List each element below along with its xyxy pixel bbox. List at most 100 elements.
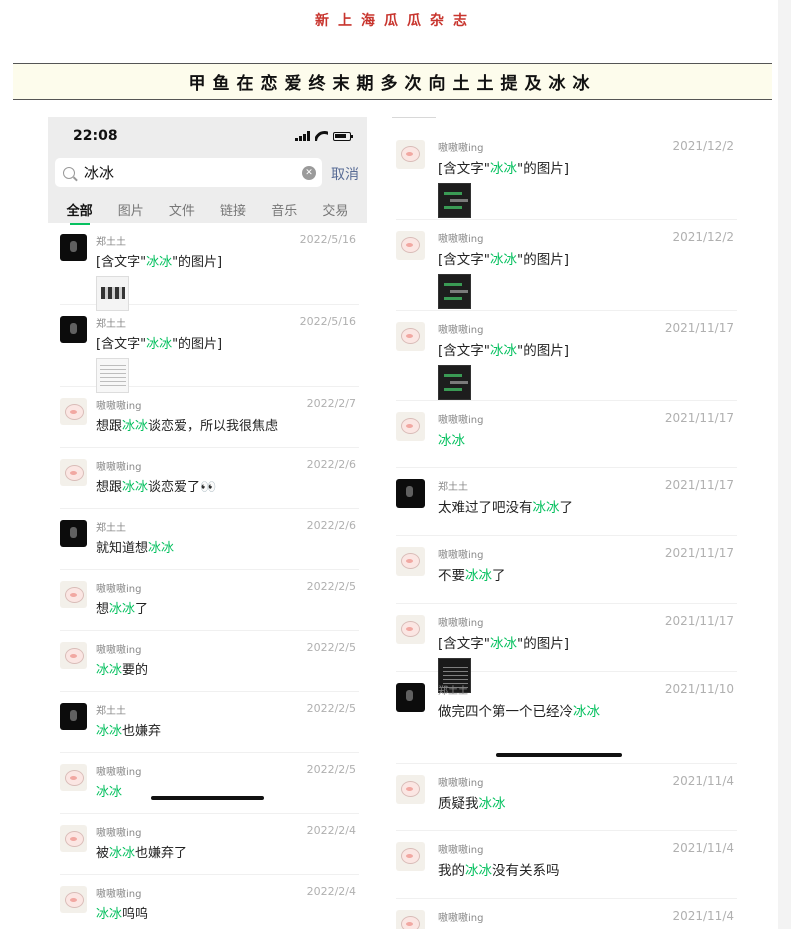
result-row[interactable]: 嗷嗷嗷ing 2021/11/4 质疑我冰冰 — [396, 764, 737, 831]
result-row[interactable]: 嗷嗷嗷ing 2022/2/6 想跟冰冰谈恋爱了👀 — [60, 448, 359, 509]
result-row[interactable]: 嗷嗷嗷ing 2022/2/5 冰冰要的 — [60, 631, 359, 692]
message-prefix: 我的 — [438, 863, 465, 879]
result-row[interactable]: 嗷嗷嗷ing 2022/2/5 想冰冰了 — [60, 570, 359, 631]
filter-tabs: 全部 图片 文件 链接 音乐 交易 — [48, 200, 367, 225]
result-row[interactable]: 郑土土 2022/2/5 冰冰也嫌弃 — [60, 692, 359, 753]
message-prefix: 被 — [96, 846, 110, 861]
search-results-list: 嗷嗷嗷ing 2021/12/2 [含文字"冰冰"的图片] 嗷嗷嗷ing 2021/12… — [392, 117, 737, 929]
image-thumbnail[interactable] — [438, 274, 471, 309]
tab-files[interactable]: 文件 — [169, 200, 195, 224]
result-row[interactable]: 嗷嗷嗷ing 2021/11/17 [含文字"冰冰"的图片] — [396, 604, 737, 693]
message-date: 2021/11/17 — [664, 321, 734, 335]
keyword-highlight: 冰冰 — [489, 161, 517, 177]
home-indicator — [151, 796, 264, 800]
keyword-highlight: 冰冰 — [478, 796, 506, 812]
result-row[interactable]: 嗷嗷嗷ing 2021/11/17 [含文字"冰冰"的图片] — [396, 311, 737, 401]
message-date: 2022/2/5 — [306, 702, 356, 715]
result-row[interactable]: 郑土土 2021/11/10 做完四个第一个已经冷冰冰 — [396, 672, 737, 764]
message-prefix: [含文字" — [96, 337, 147, 352]
result-body: 嗷嗷嗷ing 2021/12/2 [含文字"冰冰"的图片] — [438, 220, 737, 310]
result-row[interactable]: 嗷嗷嗷ing 2022/2/7 想跟冰冰谈恋爱，所以我很焦虑 — [60, 387, 359, 448]
avatar — [396, 842, 425, 871]
result-body: 嗷嗷嗷ing 2021/11/17 冰冰 — [438, 401, 737, 467]
sender-name: 嗷嗷嗷ing — [96, 401, 142, 412]
result-row[interactable]: 嗷嗷嗷ing 2021/11/4 — [396, 899, 737, 929]
result-head: 郑土土 2021/11/10 — [438, 682, 737, 697]
result-head: 嗷嗷嗷ing 2022/2/5 — [96, 580, 359, 595]
tab-links[interactable]: 链接 — [220, 200, 246, 224]
message-suffix: 呜呜 — [122, 907, 149, 922]
message-date: 2021/11/4 — [672, 909, 734, 923]
result-row[interactable]: 郑土土 2022/5/16 [含文字"冰冰"的图片] — [60, 223, 359, 311]
message-prefix: 就知道想 — [96, 541, 149, 556]
message-prefix: [含文字" — [96, 255, 147, 270]
result-body: 嗷嗷嗷ing 2022/2/4 冰冰呜呜 — [96, 875, 359, 929]
keyword-highlight: 冰冰 — [96, 907, 123, 922]
result-body: 郑土土 2021/11/10 做完四个第一个已经冷冰冰 — [438, 672, 737, 763]
message-date: 2021/11/17 — [664, 614, 734, 628]
avatar — [396, 683, 425, 712]
result-row[interactable]: 嗷嗷嗷ing 2021/11/17 冰冰 — [396, 401, 737, 468]
tab-transactions[interactable]: 交易 — [322, 200, 348, 224]
message-text: [含文字"冰冰"的图片] — [438, 339, 737, 359]
result-row[interactable]: 郑土土 2021/11/17 太难过了吧没有冰冰了 — [396, 468, 737, 536]
message-prefix: 想 — [96, 602, 110, 617]
message-suffix: "的图片] — [172, 337, 223, 352]
message-suffix: "的图片] — [516, 343, 569, 359]
cancel-button[interactable]: 取消 — [331, 164, 359, 184]
result-body: 嗷嗷嗷ing 2021/11/4 质疑我冰冰 — [438, 764, 737, 830]
result-head: 嗷嗷嗷ing 2022/2/7 — [96, 397, 359, 412]
keyword-highlight: 冰冰 — [438, 433, 465, 449]
avatar — [396, 322, 425, 351]
divider — [392, 117, 436, 118]
avatar — [60, 886, 87, 913]
message-suffix: 谈恋爱了👀 — [148, 480, 217, 495]
page-gutter — [778, 0, 791, 929]
avatar — [60, 234, 87, 261]
phone-screenshot-left: 22:08 冰冰 ✕ 取消 全部 图片 文件 链接 音乐 交易 郑土土 2022/… — [48, 117, 367, 929]
result-row[interactable]: 嗷嗷嗷ing 2022/2/4 冰冰呜呜 — [60, 875, 359, 929]
message-prefix: 想跟 — [96, 419, 123, 434]
tab-music[interactable]: 音乐 — [271, 200, 297, 224]
result-body: 嗷嗷嗷ing 2021/11/17 不要冰冰了 — [438, 536, 737, 603]
result-row[interactable]: 嗷嗷嗷ing 2021/12/2 [含文字"冰冰"的图片] — [396, 220, 737, 311]
home-indicator — [496, 753, 622, 757]
result-body: 嗷嗷嗷ing 2022/2/5 冰冰要的 — [96, 631, 359, 691]
result-row[interactable]: 郑土土 2022/5/16 [含文字"冰冰"的图片] — [60, 305, 359, 393]
search-icon — [63, 166, 75, 179]
result-body: 嗷嗷嗷ing 2022/2/4 被冰冰也嫌弃了 — [96, 814, 359, 874]
tab-all[interactable]: 全部 — [67, 200, 93, 225]
battery-icon — [333, 131, 353, 141]
tab-images[interactable]: 图片 — [118, 200, 144, 224]
message-date: 2021/11/17 — [664, 546, 734, 560]
search-input[interactable]: 冰冰 ✕ — [55, 158, 322, 187]
result-row[interactable]: 嗷嗷嗷ing 2021/11/17 不要冰冰了 — [396, 536, 737, 604]
result-head: 嗷嗷嗷ing 2021/11/17 — [438, 546, 737, 561]
result-row[interactable]: 嗷嗷嗷ing 2021/12/2 [含文字"冰冰"的图片] — [396, 129, 737, 220]
result-row[interactable]: 嗷嗷嗷ing 2022/2/4 被冰冰也嫌弃了 — [60, 814, 359, 875]
image-thumbnail[interactable] — [438, 365, 471, 400]
sender-name: 嗷嗷嗷ing — [438, 845, 484, 856]
image-thumbnail[interactable] — [438, 183, 471, 218]
clear-icon[interactable]: ✕ — [302, 165, 316, 180]
message-text: 太难过了吧没有冰冰了 — [438, 496, 737, 516]
result-row[interactable]: 郑土土 2022/2/6 就知道想冰冰 — [60, 509, 359, 570]
message-suffix: 了 — [492, 568, 506, 584]
message-suffix: 了 — [559, 500, 574, 516]
message-suffix: "的图片] — [516, 636, 569, 652]
result-head: 嗷嗷嗷ing 2021/12/2 — [438, 230, 737, 245]
message-date: 2021/12/2 — [672, 139, 734, 153]
keyword-highlight: 冰冰 — [96, 785, 123, 800]
result-row[interactable]: 嗷嗷嗷ing 2022/2/5 冰冰 — [60, 753, 359, 814]
message-text: 被冰冰也嫌弃了 — [96, 842, 359, 861]
result-body: 郑土土 2022/2/6 就知道想冰冰 — [96, 509, 359, 569]
message-text: 质疑我冰冰 — [438, 792, 737, 812]
sender-name: 嗷嗷嗷ing — [96, 645, 142, 656]
status-time: 22:08 — [73, 128, 118, 144]
message-suffix: "的图片] — [516, 252, 569, 268]
message-prefix: [含文字" — [438, 636, 490, 652]
result-head: 嗷嗷嗷ing 2021/11/17 — [438, 614, 737, 629]
sender-name: 郑土土 — [96, 319, 126, 330]
result-row[interactable]: 嗷嗷嗷ing 2021/11/4 我的冰冰没有关系吗 — [396, 831, 737, 899]
headline: 甲鱼在恋爱终末期多次向土土提及冰冰 — [188, 74, 597, 94]
